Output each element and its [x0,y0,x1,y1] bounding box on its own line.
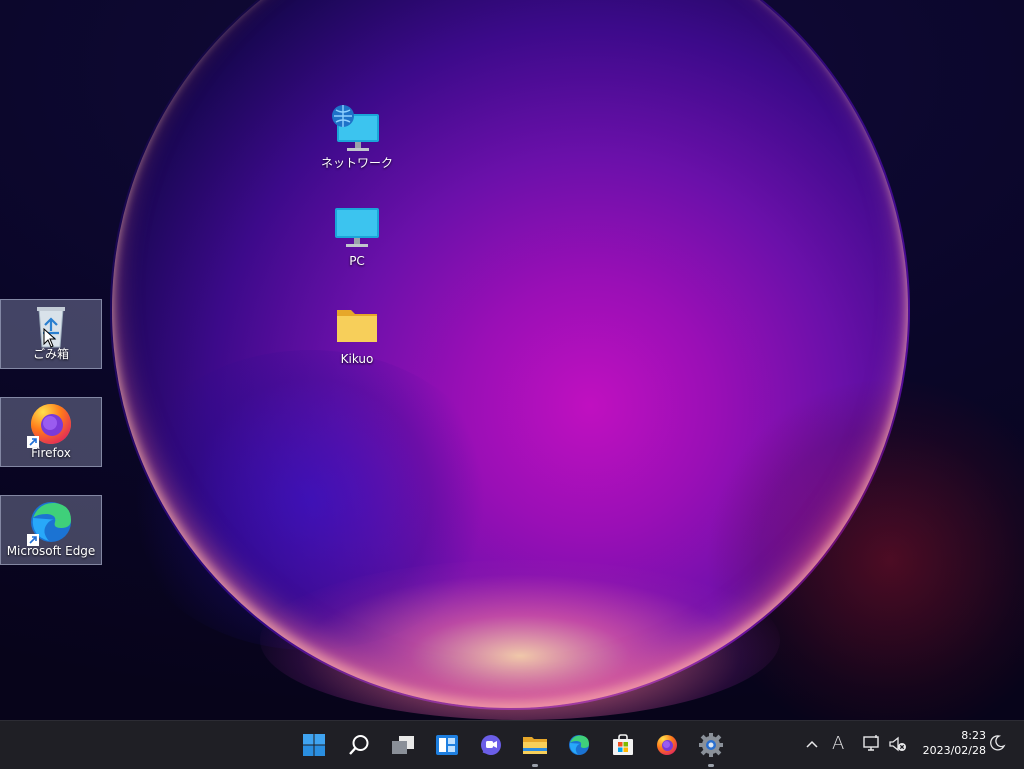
chat-button[interactable] [475,729,507,761]
store-icon [613,734,633,755]
desktop-icon-label: ごみ箱 [32,347,69,361]
volume-muted-icon [889,736,906,752]
search-icon [349,735,369,755]
firefox-taskbar-button[interactable] [651,729,683,761]
search-button[interactable] [343,729,375,761]
network-icon [332,105,379,151]
widgets-button[interactable] [431,729,463,761]
desktop-wallpaper [0,0,1024,720]
clock-date: 2023/02/28 [922,744,986,757]
taskbar: A 8:23 2023/02/28 [0,720,1024,769]
file-explorer-icon [523,737,547,754]
gear-icon [699,733,723,757]
windows-logo-icon [303,734,325,756]
desktop-icon-recycle-bin[interactable]: ごみ箱 [0,299,102,369]
store-button[interactable] [607,729,639,761]
firefox-icon [657,735,677,755]
start-button[interactable] [298,729,330,761]
desktop-icon-label: Microsoft Edge [6,544,96,558]
desktop-icon-label: ネットワーク [320,156,393,170]
firefox-icon [27,404,71,448]
widgets-icon [436,735,458,755]
ime-indicator[interactable]: A [832,733,844,754]
clock-time: 8:23 [961,729,986,742]
moon-icon [990,735,1006,751]
desktop-icon-network[interactable]: ネットワーク [318,104,396,170]
clock[interactable]: 8:23 2023/02/28 [914,728,986,758]
desktop-icon-microsoft-edge[interactable]: Microsoft Edge [0,495,102,565]
task-view-button[interactable] [387,729,419,761]
chevron-up-icon [806,740,818,748]
desktop-icon-label: Kikuo [340,352,374,366]
folder-icon [337,310,377,342]
notification-button[interactable] [990,734,1006,752]
pc-icon [335,208,379,247]
desktop-icon-label: Firefox [31,446,71,460]
desktop-icon-pc[interactable]: PC [318,204,396,268]
show-hidden-icons-button[interactable] [804,735,820,753]
edge-icon [569,735,589,755]
volume-button[interactable] [888,735,908,753]
edge-icon [27,502,71,546]
task-view-icon [392,736,414,754]
file-explorer-button[interactable] [519,729,551,767]
mouse-cursor-icon [43,328,57,348]
settings-button[interactable] [695,729,727,767]
network-status-button[interactable] [862,735,882,753]
desktop-icon-label: PC [349,254,365,268]
running-indicator [532,764,538,767]
teams-chat-icon [481,735,501,755]
running-indicator [708,764,714,767]
edge-taskbar-button[interactable] [563,729,595,761]
desktop-icon-kikuo-folder[interactable]: Kikuo [318,302,396,366]
network-disconnected-icon [863,735,879,751]
desktop-icon-firefox[interactable]: Firefox [0,397,102,467]
